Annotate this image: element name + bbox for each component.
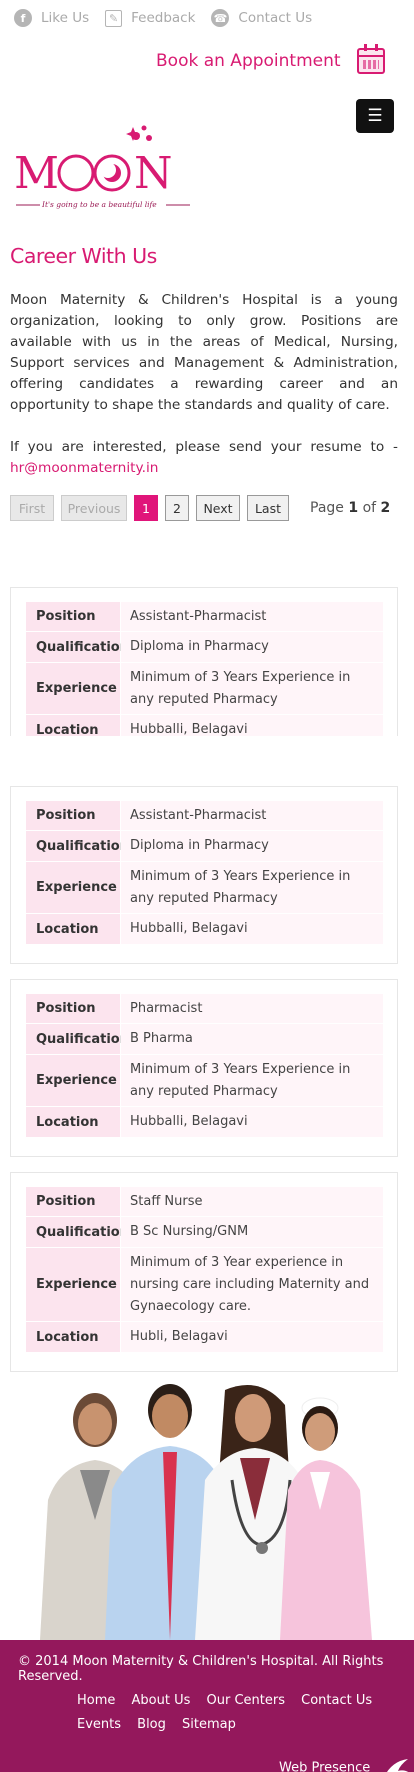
position-label: Position <box>26 801 121 830</box>
experience-value: Minimum of 3 Year experience in nursing … <box>121 1248 383 1321</box>
page-1-button[interactable]: 1 <box>134 495 158 521</box>
medical-staff-image <box>40 1384 372 1640</box>
location-label: Location <box>26 715 121 736</box>
position-value: Pharmacist <box>121 994 383 1023</box>
page-word: Page <box>310 500 344 516</box>
feedback-link[interactable]: ✎ Feedback <box>105 9 196 27</box>
experience-label: Experience <box>26 862 121 913</box>
footer-link-events[interactable]: Events <box>77 1717 121 1732</box>
qualification-label: Qualification <box>26 1217 129 1247</box>
copyright-text: © 2014 Moon Maternity & Children's Hospi… <box>18 1654 384 1684</box>
experience-value: Minimum of 3 Years Experience in any rep… <box>121 663 383 714</box>
position-value: Assistant-Pharmacist <box>121 801 383 830</box>
total-pages: 2 <box>380 500 391 516</box>
web-presence-logo-icon <box>387 1759 409 1772</box>
qualification-label: Qualification <box>26 1024 129 1054</box>
pagination: First Previous 1 2 Next Last Page 1 of 2 <box>10 495 390 521</box>
like-us-label: Like Us <box>41 10 90 26</box>
current-page: 1 <box>348 500 359 516</box>
location-label: Location <box>26 914 121 944</box>
facebook-icon: f <box>14 9 32 27</box>
position-value: Staff Nurse <box>121 1187 383 1216</box>
last-page-button[interactable]: Last <box>247 495 289 521</box>
location-value: Hubballi, Belagavi <box>121 1107 383 1137</box>
resume-text: If you are interested, please send your … <box>10 439 398 455</box>
position-label: Position <box>26 1187 121 1216</box>
logo-tagline: It's going to be a beautiful life <box>42 200 157 209</box>
experience-label: Experience <box>26 1248 121 1321</box>
qualification-value: Diploma in Pharmacy <box>121 632 383 662</box>
qualification-label: Qualification <box>26 831 129 861</box>
book-appointment-link[interactable]: Book an Appointment <box>156 44 385 74</box>
job-card: Position Staff Nurse Qualification B Sc Nu… <box>10 1172 398 1372</box>
like-us-link[interactable]: f Like Us <box>14 9 89 27</box>
footer: © 2014 Moon Maternity & Children's Hospi… <box>0 1640 414 1772</box>
job-card: Position Pharmacist Qualification B Pharma… <box>10 979 398 1157</box>
feedback-label: Feedback <box>131 10 196 26</box>
contact-us-label: Contact Us <box>238 10 313 26</box>
experience-label: Experience <box>26 663 121 714</box>
location-value: Hubli, Belagavi <box>121 1322 383 1352</box>
location-value: Hubballi, Belagavi <box>121 914 383 944</box>
footer-link-about-us[interactable]: About Us <box>132 1693 191 1708</box>
footer-link-blog[interactable]: Blog <box>137 1717 166 1732</box>
calendar-icon <box>356 44 385 74</box>
phone-icon: ☎ <box>211 9 230 27</box>
location-label: Location <box>26 1107 121 1137</box>
previous-page-button[interactable]: Previous <box>61 495 127 521</box>
intro-paragraph: Moon Maternity & Children's Hospital is … <box>10 292 398 413</box>
svg-text:N: N <box>134 148 173 199</box>
page-title: Career With Us <box>10 244 157 268</box>
location-label: Location <box>26 1322 121 1352</box>
footer-link-contact-us[interactable]: Contact Us <box>301 1693 372 1708</box>
qualification-value: Diploma in Pharmacy <box>121 831 383 861</box>
location-value: Hubballi, Belagavi <box>121 715 383 736</box>
qualification-value: B Pharma <box>121 1024 383 1054</box>
footer-link-sitemap[interactable]: Sitemap <box>182 1717 236 1732</box>
footer-link-home[interactable]: Home <box>77 1693 115 1708</box>
footer-nav: Home About Us Our Centers Contact Us Eve… <box>77 1689 407 1737</box>
position-label: Position <box>26 602 121 631</box>
qualification-label: Qualification <box>26 632 129 662</box>
footer-link-our-centers[interactable]: Our Centers <box>207 1693 285 1708</box>
page-indicator: Page 1 of 2 <box>310 500 390 516</box>
of-word: of <box>362 500 377 516</box>
resume-paragraph: If you are interested, please send your … <box>10 437 398 479</box>
feedback-icon: ✎ <box>105 9 123 27</box>
position-label: Position <box>26 994 121 1023</box>
top-bar: f Like Us ✎ Feedback ☎ Contact Us <box>0 0 414 36</box>
position-value: Assistant-Pharmacist <box>121 602 383 631</box>
page-2-button[interactable]: 2 <box>165 495 189 521</box>
experience-value: Minimum of 3 Years Experience in any rep… <box>121 862 383 913</box>
contact-us-link[interactable]: ☎ Contact Us <box>211 9 312 27</box>
experience-value: Minimum of 3 Years Experience in any rep… <box>121 1055 383 1106</box>
moon-logo[interactable]: M N It's going to be a beautiful life <box>14 118 204 218</box>
hamburger-menu-button[interactable]: ☰ <box>356 99 394 133</box>
job-card: Position Assistant-Pharmacist Qualificati… <box>10 786 398 964</box>
first-page-button[interactable]: First <box>10 495 54 521</box>
menu-icon: ☰ <box>367 106 383 126</box>
email-link[interactable]: hr@moonmaternity.in <box>10 460 158 476</box>
qualification-value: B Sc Nursing/GNM <box>121 1217 383 1247</box>
experience-label: Experience <box>26 1055 121 1106</box>
web-presence-label: Web Presence <box>279 1760 371 1772</box>
next-page-button[interactable]: Next <box>196 495 240 521</box>
job-card: Position Assistant-Pharmacist Qualificati… <box>10 587 398 736</box>
svg-text:M: M <box>14 148 59 199</box>
web-presence-credit[interactable]: Web Presence <box>279 1757 412 1772</box>
career-section: Career With Us Moon Maternity & Children… <box>10 244 398 479</box>
book-appointment-label: Book an Appointment <box>156 51 341 71</box>
